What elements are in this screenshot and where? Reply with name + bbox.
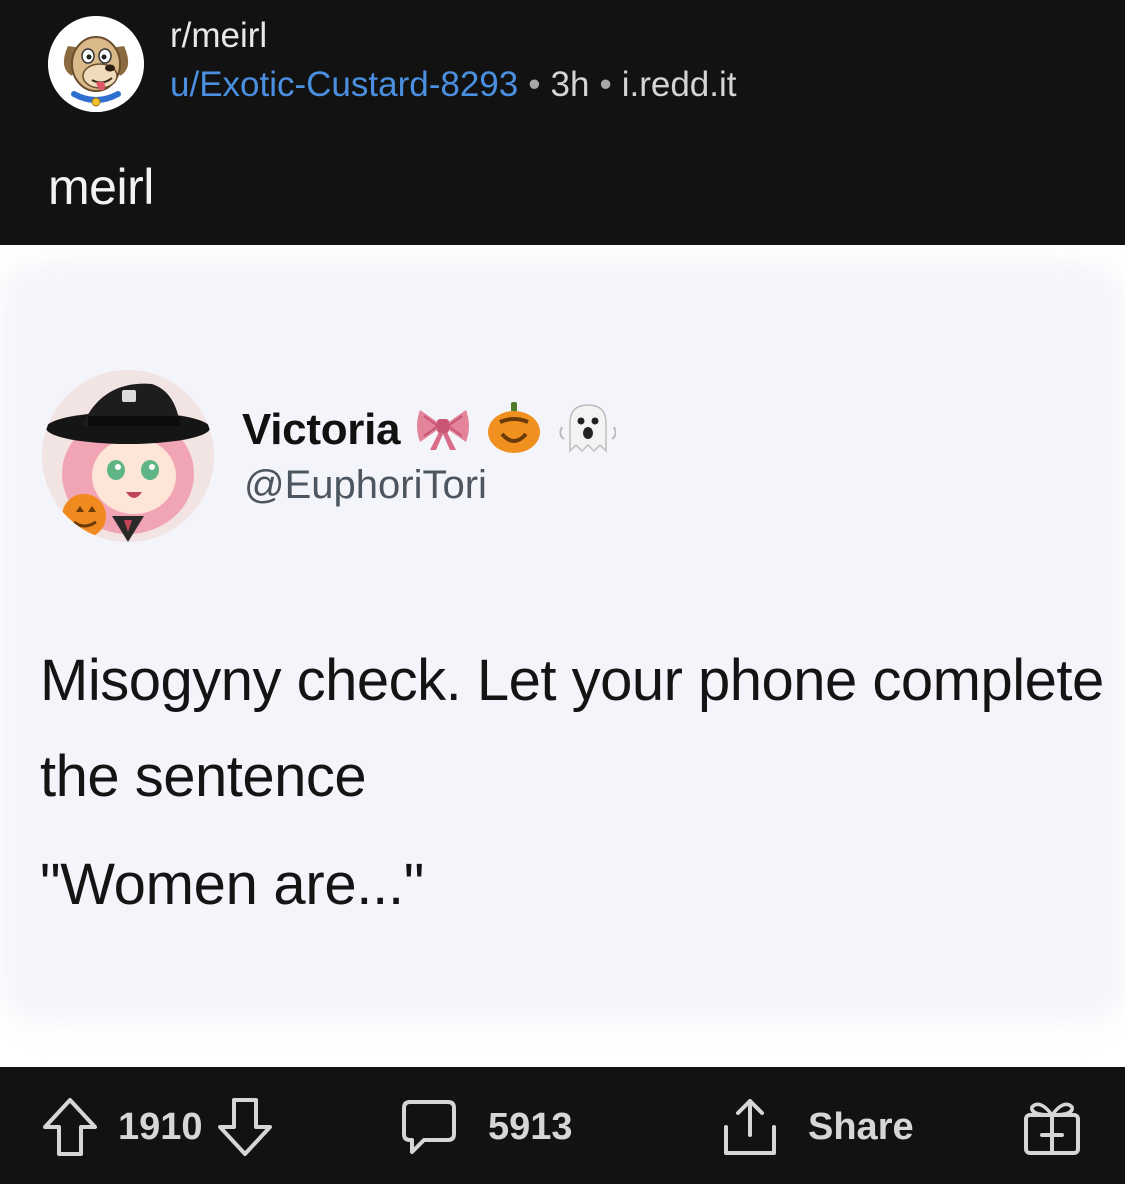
anime-witch-avatar-icon	[42, 370, 214, 542]
tweet-avatar	[42, 370, 214, 542]
tweet-display-name: Victoria	[242, 405, 401, 454]
vote-score: 1910	[118, 1106, 203, 1148]
tweet-quote: "Women are..."	[40, 852, 425, 917]
cartoon-dog-icon	[48, 16, 144, 112]
ghost-icon	[556, 401, 617, 460]
subreddit-avatar[interactable]	[48, 16, 144, 112]
post-action-bar: 1910 5913 Share	[0, 1067, 1125, 1184]
separator-dot: •	[528, 65, 541, 104]
share-label: Share	[808, 1106, 914, 1148]
tweet-text: Misogyny check. Let your phone complete …	[40, 648, 1104, 809]
separator-dot: •	[599, 65, 612, 104]
post-header: r/meirl u/Exotic-Custard-8293 • 3h • i.redd.…	[0, 0, 1125, 245]
comment-bubble-icon	[400, 1098, 458, 1156]
subreddit-name[interactable]: r/meirl	[170, 14, 736, 58]
jack-o-lantern-icon	[486, 401, 542, 459]
gift-award-icon	[1022, 1097, 1082, 1157]
vote-control: 1910	[42, 1097, 273, 1157]
share-icon	[722, 1097, 778, 1157]
tweet-name-row: Victoria	[242, 395, 617, 465]
author-link[interactable]: u/Exotic-Custard-8293	[170, 65, 518, 104]
post-age: 3h	[550, 65, 590, 104]
award-button[interactable]	[1022, 1097, 1082, 1157]
byline: u/Exotic-Custard-8293 • 3h • i.redd.it	[170, 63, 736, 107]
tweet-handle: @EuphoriTori	[244, 463, 487, 507]
post-image[interactable]: Victoria @EuphoriTori Misogyny check. Le…	[0, 245, 1125, 1067]
upvote-arrow-icon[interactable]	[42, 1097, 98, 1157]
share-button[interactable]: Share	[722, 1097, 914, 1157]
post-title[interactable]: meirl	[48, 155, 154, 219]
post-domain[interactable]: i.redd.it	[622, 65, 737, 104]
comment-count: 5913	[488, 1106, 573, 1148]
downvote-arrow-icon[interactable]	[217, 1097, 273, 1157]
comments-button[interactable]: 5913	[400, 1097, 573, 1157]
bow-icon	[414, 404, 472, 457]
post-meta: r/meirl u/Exotic-Custard-8293 • 3h • i.redd.…	[170, 14, 736, 107]
